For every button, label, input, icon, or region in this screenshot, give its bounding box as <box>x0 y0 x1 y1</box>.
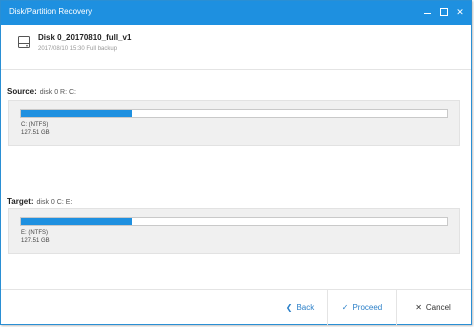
backup-header: Disk 0_20170810_full_v1 2017/08/10 15:30… <box>1 25 471 63</box>
proceed-button[interactable]: ✓ Proceed <box>328 290 396 325</box>
source-value: disk 0 R: C: <box>39 89 76 96</box>
source-title: Source: <box>7 87 37 96</box>
maximize-icon[interactable] <box>437 5 451 19</box>
target-title: Target: <box>7 197 34 206</box>
target-disk-panel: E: (NTFS) 127.51 GB <box>8 208 460 254</box>
target-usage-bar <box>20 217 448 226</box>
backup-name: Disk 0_20170810_full_v1 <box>38 33 132 42</box>
source-usage-fill <box>21 110 132 117</box>
title-bar: Disk/Partition Recovery ✕ <box>1 1 471 25</box>
source-partition-fs: C: (NTFS) <box>21 122 49 128</box>
back-arrow-icon: ❮ <box>285 303 293 312</box>
target-label: Target: disk 0 C: E: <box>7 197 72 206</box>
window-title: Disk/Partition Recovery <box>9 7 93 16</box>
checkmark-icon: ✓ <box>341 303 349 312</box>
source-label: Source: disk 0 R: C: <box>7 87 76 96</box>
hard-disk-icon <box>18 36 30 48</box>
target-partition-size: 127.51 GB <box>21 238 50 244</box>
source-disk-panel: C: (NTFS) 127.51 GB <box>8 100 460 146</box>
source-partition-size: 127.51 GB <box>21 130 50 136</box>
close-icon[interactable]: ✕ <box>453 5 467 19</box>
backup-meta: 2017/08/10 15:30 Full backup <box>38 46 118 52</box>
minimize-icon[interactable] <box>421 5 435 19</box>
proceed-label: Proceed <box>352 303 383 312</box>
back-label: Back <box>296 303 315 312</box>
source-usage-bar <box>20 109 448 118</box>
target-usage-fill <box>21 218 132 225</box>
target-value: disk 0 C: E: <box>36 199 73 206</box>
cancel-label: Cancel <box>425 303 451 312</box>
target-partition-fs: E: (NTFS) <box>21 230 48 236</box>
back-button[interactable]: ❮ Back <box>273 290 327 325</box>
footer-bar: ❮ Back ✓ Proceed ✕ Cancel <box>1 289 471 325</box>
recovery-window: Disk/Partition Recovery ✕ Disk 0_2017081… <box>0 0 472 325</box>
cancel-button[interactable]: ✕ Cancel <box>397 290 469 325</box>
divider <box>1 69 471 70</box>
cancel-x-icon: ✕ <box>415 303 422 312</box>
